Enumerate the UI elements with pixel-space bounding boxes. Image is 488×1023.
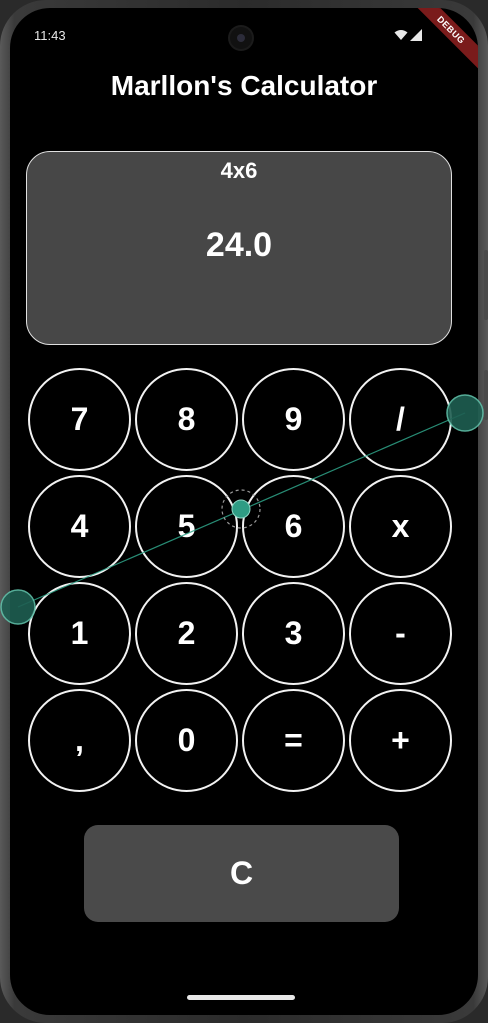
key-8[interactable]: 8 <box>135 368 238 471</box>
key-subtract[interactable]: - <box>349 582 452 685</box>
key-0[interactable]: 0 <box>135 689 238 792</box>
status-icons <box>394 27 424 43</box>
key-4[interactable]: 4 <box>28 475 131 578</box>
wifi-icon <box>394 30 408 40</box>
key-decimal-comma[interactable]: , <box>28 689 131 792</box>
cellular-signal-icon <box>410 29 422 41</box>
expression-text: 4x6 <box>220 158 258 183</box>
status-time: 11:43 <box>34 28 66 43</box>
home-indicator[interactable] <box>187 995 295 1000</box>
key-5[interactable]: 5 <box>135 475 238 578</box>
key-equals[interactable]: = <box>242 689 345 792</box>
phone-frame: 11:43 DEBUG Marllon's Calculator 4x6 24.… <box>0 0 488 1023</box>
volume-button <box>484 250 488 320</box>
clear-button[interactable]: C <box>84 825 399 922</box>
result-text: 24.0 <box>205 226 273 264</box>
calculator-display: 4x6 24.0 <box>26 151 452 345</box>
key-divide[interactable]: / <box>349 368 452 471</box>
key-1[interactable]: 1 <box>28 582 131 685</box>
power-button <box>484 370 488 420</box>
front-camera-icon <box>230 27 252 49</box>
keypad: 7 8 9 / 4 5 6 x 1 2 3 - , 0 = + <box>28 368 456 792</box>
key-6[interactable]: 6 <box>242 475 345 578</box>
app-title: Marllon's Calculator <box>110 70 378 101</box>
key-multiply[interactable]: x <box>349 475 452 578</box>
screen: 11:43 DEBUG Marllon's Calculator 4x6 24.… <box>10 8 478 1015</box>
key-add[interactable]: + <box>349 689 452 792</box>
key-7[interactable]: 7 <box>28 368 131 471</box>
key-2[interactable]: 2 <box>135 582 238 685</box>
key-3[interactable]: 3 <box>242 582 345 685</box>
key-9[interactable]: 9 <box>242 368 345 471</box>
